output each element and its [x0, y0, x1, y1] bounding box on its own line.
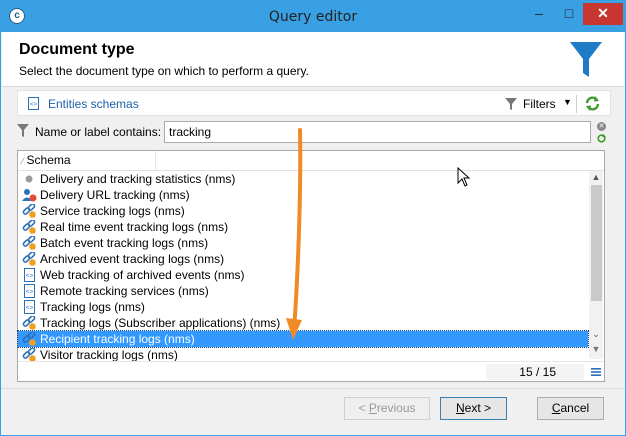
schema-rows: Delivery and tracking statistics (nms) De…: [17, 171, 589, 363]
vertical-scrollbar[interactable]: ▲ ⌄ ▼: [589, 171, 603, 359]
svg-text:<>: <>: [30, 102, 38, 108]
list-item[interactable]: Recipient tracking logs (nms): [17, 330, 589, 348]
scroll-up-icon[interactable]: ▲: [589, 171, 603, 184]
schema-doc-icon: <>: [28, 97, 39, 110]
footer-divider: [1, 388, 625, 389]
query-editor-window: c Query editor – □ ✕ Document type Selec…: [0, 0, 626, 436]
list-item-label: Tracking logs (nms): [40, 300, 145, 314]
link-chain-icon: [22, 331, 37, 346]
link-chain-icon: [22, 219, 37, 234]
schema-doc-icon: <>: [22, 300, 37, 314]
link-chain-icon: [22, 315, 37, 330]
list-item-label: Tracking logs (Subscriber applications) …: [40, 316, 281, 330]
list-item-label: Remote tracking services (nms): [40, 284, 209, 298]
schema-toolbar: <> Entities schemas Filters ▼: [17, 90, 611, 116]
list-item[interactable]: Delivery URL tracking (nms): [18, 187, 588, 203]
list-item[interactable]: Tracking logs (Subscriber applications) …: [18, 315, 588, 331]
mouse-cursor-icon: [457, 167, 471, 187]
page-title: Document type: [19, 41, 135, 58]
filters-button[interactable]: Filters: [523, 97, 556, 111]
list-item-label: Batch event tracking logs (nms): [40, 236, 209, 250]
link-chain-icon: [22, 251, 37, 266]
column-header-schema[interactable]: ∕ Schema: [18, 151, 156, 170]
list-item[interactable]: Archived event tracking logs (nms): [18, 251, 588, 267]
toolbar-divider: [576, 95, 577, 113]
list-item[interactable]: <> Remote tracking services (nms): [18, 283, 588, 299]
list-item[interactable]: Delivery and tracking statistics (nms): [18, 171, 588, 187]
list-item-label: Archived event tracking logs (nms): [40, 252, 225, 266]
step-header: Document type Select the document type o…: [2, 32, 624, 87]
list-item[interactable]: <> Tracking logs (nms): [18, 299, 588, 315]
minimize-button[interactable]: –: [525, 3, 553, 25]
link-chain-icon: [22, 203, 37, 218]
name-filter-label: Name or label contains:: [35, 125, 162, 139]
sort-icon: ∕: [22, 156, 24, 166]
document-type-panel: <> Entities schemas Filters ▼ Name or la…: [14, 88, 611, 388]
schema-doc-icon: <>: [22, 284, 37, 298]
maximize-button[interactable]: □: [555, 3, 583, 25]
list-item-label: Delivery and tracking statistics (nms): [40, 172, 236, 186]
list-status-bar: 15 / 15: [18, 361, 604, 381]
entities-schemas-link[interactable]: Entities schemas: [48, 97, 139, 111]
svg-text:<>: <>: [26, 305, 34, 312]
schema-list: ∕ Schema Delivery and tracking statistics…: [17, 150, 605, 382]
list-item-label: Delivery URL tracking (nms): [40, 188, 190, 202]
svg-text:<>: <>: [26, 289, 34, 296]
close-button[interactable]: ✕: [583, 3, 623, 25]
user-link-icon: [22, 188, 37, 202]
previous-button[interactable]: < Previous: [344, 397, 430, 420]
schema-doc-icon: <>: [22, 268, 37, 282]
page-subtitle: Select the document type on which to per…: [19, 64, 309, 78]
filter-icon: [17, 124, 29, 137]
record-count: 15 / 15: [486, 364, 584, 380]
title-bar[interactable]: c Query editor – □ ✕: [1, 1, 625, 32]
list-item-label: Web tracking of archived events (nms): [40, 268, 245, 282]
name-filter-row: Name or label contains: ✕: [14, 121, 611, 143]
list-menu-icon[interactable]: [591, 367, 601, 377]
svg-text:<>: <>: [26, 273, 34, 280]
list-item-label: Recipient tracking logs (nms): [40, 332, 195, 346]
name-filter-input[interactable]: [164, 121, 591, 143]
filter-icon: [505, 98, 517, 110]
funnel-icon: [570, 42, 602, 77]
chevron-down-icon[interactable]: ▼: [563, 97, 572, 107]
gray-dot-icon: [22, 172, 37, 186]
list-item[interactable]: <> Web tracking of archived events (nms): [18, 267, 588, 283]
list-item-label: Real time event tracking logs (nms): [40, 220, 229, 234]
link-chain-icon: [22, 235, 37, 250]
list-item[interactable]: Service tracking logs (nms): [18, 203, 588, 219]
link-chain-icon: [22, 347, 37, 362]
refresh-filter-icon[interactable]: [597, 134, 606, 143]
clear-filter-icon[interactable]: ✕: [597, 122, 606, 131]
next-button[interactable]: Next >: [440, 397, 507, 420]
list-item-label: Service tracking logs (nms): [40, 204, 185, 218]
cancel-button[interactable]: Cancel: [537, 397, 604, 420]
scrollbar-thumb[interactable]: [591, 185, 602, 301]
list-header: ∕ Schema: [18, 151, 604, 171]
scroll-end-icon[interactable]: ▼: [589, 343, 603, 355]
list-item[interactable]: Batch event tracking logs (nms): [18, 235, 588, 251]
scroll-down-icon[interactable]: ⌄: [589, 328, 603, 341]
refresh-icon[interactable]: [584, 95, 601, 112]
list-item[interactable]: Real time event tracking logs (nms): [18, 219, 588, 235]
